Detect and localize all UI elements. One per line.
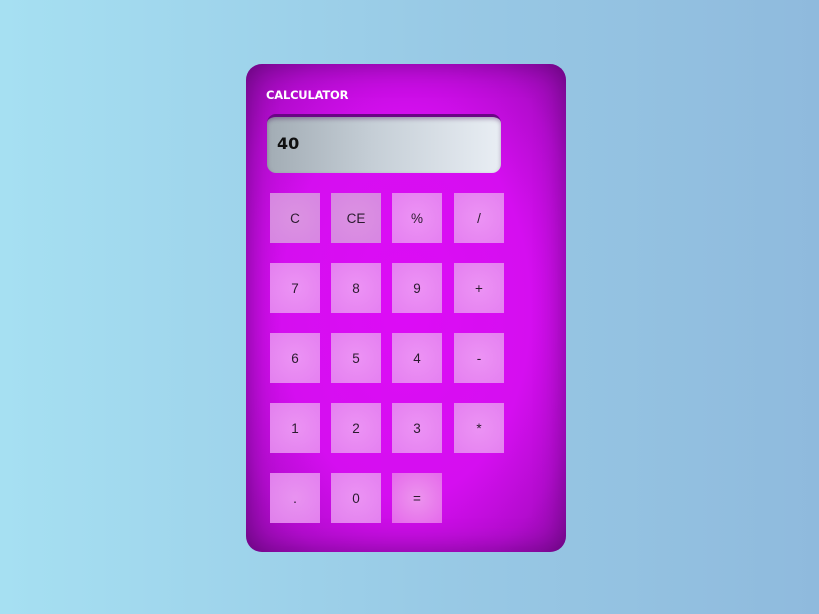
minus-button[interactable]: - — [454, 333, 504, 383]
clear-entry-button[interactable]: CE — [331, 193, 381, 243]
display-value: 40 — [277, 134, 300, 153]
digit-6-button[interactable]: 6 — [270, 333, 320, 383]
percent-button[interactable]: % — [392, 193, 442, 243]
calculator-body: CALCULATOR 40 C CE % / 7 8 9 + 6 5 4 - 1… — [246, 64, 566, 552]
digit-4-button[interactable]: 4 — [392, 333, 442, 383]
calculator-display: 40 — [267, 114, 501, 173]
digit-8-button[interactable]: 8 — [331, 263, 381, 313]
digit-7-button[interactable]: 7 — [270, 263, 320, 313]
digit-1-button[interactable]: 1 — [270, 403, 320, 453]
digit-0-button[interactable]: 0 — [331, 473, 381, 523]
clear-button[interactable]: C — [270, 193, 320, 243]
digit-5-button[interactable]: 5 — [331, 333, 381, 383]
plus-button[interactable]: + — [454, 263, 504, 313]
multiply-button[interactable]: * — [454, 403, 504, 453]
divide-button[interactable]: / — [454, 193, 504, 243]
digit-2-button[interactable]: 2 — [331, 403, 381, 453]
digit-9-button[interactable]: 9 — [392, 263, 442, 313]
calculator-title: CALCULATOR — [266, 88, 349, 102]
digit-3-button[interactable]: 3 — [392, 403, 442, 453]
equals-button[interactable]: = — [392, 473, 442, 523]
decimal-button[interactable]: . — [270, 473, 320, 523]
